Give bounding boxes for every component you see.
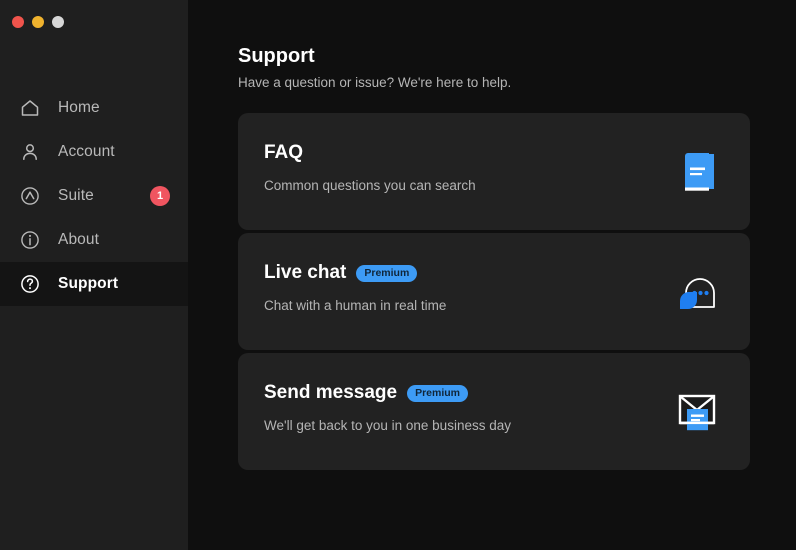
sidebar-item-label: Account: [58, 143, 115, 160]
sidebar-item-label: Suite: [58, 187, 94, 204]
card-title: FAQ: [264, 142, 304, 164]
sidebar-item-label: Support: [58, 275, 119, 292]
card-title-row: Live chat Premium: [264, 262, 722, 284]
sidebar-item-suite[interactable]: Suite 1: [0, 174, 188, 218]
card-title: Send message: [264, 382, 398, 404]
page-title: Support: [238, 45, 315, 67]
support-card-send-message[interactable]: Send message Premium We'll get back to y…: [238, 353, 750, 471]
app-window: Home Account Suite 1 About Support Suppo…: [0, 0, 796, 550]
sidebar: Home Account Suite 1 About Support: [0, 0, 188, 550]
card-title-row: Send message Premium: [264, 382, 722, 404]
chat-bubbles-icon: [666, 261, 728, 323]
sidebar-item-account[interactable]: Account: [0, 130, 188, 174]
envelope-icon: [666, 381, 728, 443]
suite-icon: [16, 182, 44, 210]
minimize-window-button[interactable]: [32, 16, 44, 28]
close-window-button[interactable]: [12, 16, 24, 28]
sidebar-item-support[interactable]: Support: [0, 262, 188, 306]
card-title: Live chat: [264, 262, 347, 284]
sidebar-nav: Home Account Suite 1 About Support: [0, 86, 188, 306]
support-options-list: FAQ Common questions you can search Live…: [238, 113, 750, 471]
premium-badge: Premium: [356, 264, 418, 283]
card-title-row: FAQ: [264, 142, 722, 164]
page-subtitle: Have a question or issue? We're here to …: [238, 75, 512, 90]
card-description: We'll get back to you in one business da…: [264, 418, 511, 434]
sidebar-item-label: Home: [58, 99, 100, 116]
premium-badge: Premium: [407, 384, 469, 403]
sidebar-item-about[interactable]: About: [0, 218, 188, 262]
sidebar-badge-suite: 1: [150, 186, 170, 206]
help-icon: [16, 270, 44, 298]
home-icon: [16, 94, 44, 122]
support-card-live-chat[interactable]: Live chat Premium Chat with a human in r…: [238, 233, 750, 351]
sidebar-item-home[interactable]: Home: [0, 86, 188, 130]
support-card-faq[interactable]: FAQ Common questions you can search: [238, 113, 750, 231]
card-description: Chat with a human in real time: [264, 298, 447, 314]
window-traffic-lights: [0, 0, 188, 34]
sidebar-item-label: About: [58, 231, 100, 248]
info-icon: [16, 226, 44, 254]
person-icon: [16, 138, 44, 166]
main-content: Support Have a question or issue? We're …: [188, 0, 796, 550]
card-description: Common questions you can search: [264, 178, 476, 194]
zoom-window-button[interactable]: [52, 16, 64, 28]
book-icon: [666, 141, 728, 203]
